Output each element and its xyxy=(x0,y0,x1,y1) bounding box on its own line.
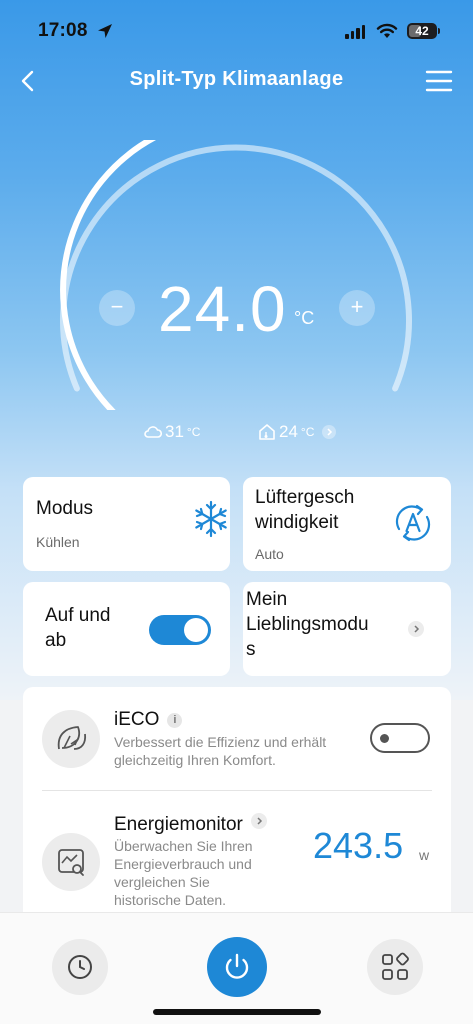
divider xyxy=(42,790,432,791)
ieco-description: Verbessert die Effizienz und erhält glei… xyxy=(114,733,326,769)
energy-monitor-icon xyxy=(42,833,100,891)
snowflake-icon xyxy=(195,500,227,538)
battery-level: 42 xyxy=(415,24,429,38)
info-icon[interactable]: i xyxy=(167,713,183,728)
energy-desc-line1: Überwachen Sie Ihren xyxy=(114,838,253,854)
leaf-eco-icon xyxy=(42,710,100,768)
toggle-knob xyxy=(184,618,208,642)
apps-button[interactable] xyxy=(367,939,423,995)
battery-icon: 42 xyxy=(407,23,437,39)
favorite-title-line3: s xyxy=(246,639,256,660)
chevron-right-icon xyxy=(251,813,268,829)
energy-unit: w xyxy=(419,847,430,863)
auto-fan-icon xyxy=(395,504,431,542)
chevron-right-icon xyxy=(408,621,424,637)
page-title: Split-Typ Klimaanlage xyxy=(129,68,344,90)
apps-grid-icon xyxy=(382,952,409,980)
energy-desc-line4: historische Daten. xyxy=(114,892,227,908)
swing-title-line1: Auf und xyxy=(45,605,111,626)
home-indicator xyxy=(153,1009,321,1015)
cellular-signal-icon xyxy=(345,25,365,39)
favorite-mode-card[interactable]: Mein Lieblingsmodu s xyxy=(243,582,451,676)
energy-title-row[interactable]: Energiemonitor xyxy=(114,813,268,836)
ieco-toggle[interactable] xyxy=(370,723,430,753)
fan-speed-title-line1: Lüftergesch xyxy=(255,487,355,508)
clock-icon xyxy=(68,955,92,979)
outdoor-temperature-unit: °C xyxy=(186,425,201,439)
wifi-icon xyxy=(376,23,398,38)
fan-speed-value: Auto xyxy=(255,546,284,562)
location-arrow-icon xyxy=(98,24,112,38)
favorite-title-line2: Lieblingsmodu xyxy=(246,614,369,635)
features-card: iECO i Verbessert die Effizienz und erhäl… xyxy=(23,687,451,927)
ieco-title-row: iECO i xyxy=(114,709,183,731)
dial-track xyxy=(60,144,412,392)
swing-title: Auf und ab xyxy=(45,603,111,653)
power-button[interactable] xyxy=(207,937,267,997)
cloud-icon xyxy=(144,426,163,438)
energy-description: Überwachen Sie Ihren Energieverbrauch un… xyxy=(114,837,253,909)
decrease-temperature-button[interactable]: − xyxy=(99,290,135,326)
bottom-bar xyxy=(0,912,473,1024)
indoor-temperature-value: 24 xyxy=(279,422,298,441)
status-time: 17:08 xyxy=(38,20,88,41)
ieco-title: iECO xyxy=(114,709,160,730)
outdoor-temperature-value: 31 xyxy=(165,422,184,441)
ieco-desc-line1: Verbessert die Effizienz und erhält xyxy=(114,734,327,750)
energy-value: 243.5 xyxy=(313,825,404,866)
swing-card: Auf und ab xyxy=(23,582,230,676)
ieco-desc-line2: gleichzeitig Ihren Komfort. xyxy=(114,752,276,768)
status-bar: 17:08 42 xyxy=(0,0,473,60)
target-temperature: 24.0 xyxy=(158,273,287,345)
fan-speed-title: Lüftergesch windigkeit xyxy=(255,485,354,535)
fan-speed-card[interactable]: Lüftergesch windigkeit Auto xyxy=(243,477,451,571)
mode-title: Modus xyxy=(36,498,94,519)
timer-button[interactable] xyxy=(52,939,108,995)
swing-toggle[interactable] xyxy=(149,615,211,645)
hamburger-menu-icon[interactable] xyxy=(424,68,454,94)
fan-speed-title-line2: windigkeit xyxy=(255,512,339,533)
outdoor-temperature: 31 °C xyxy=(143,422,200,442)
temperature-unit: °C xyxy=(294,308,315,328)
energy-title: Energiemonitor xyxy=(114,814,243,835)
toggle-knob xyxy=(380,734,389,743)
favorite-title-line1: Mein xyxy=(246,589,288,610)
power-icon xyxy=(225,953,249,979)
house-icon xyxy=(259,424,275,440)
indoor-temperature[interactable]: 24 °C xyxy=(257,422,337,442)
energy-desc-line2: Energieverbrauch und xyxy=(114,856,252,872)
chevron-right-icon xyxy=(322,425,337,439)
favorite-mode-title: Mein Lieblingsmodu s xyxy=(246,587,369,662)
increase-temperature-button[interactable]: + xyxy=(339,290,375,326)
energy-desc-line3: vergleichen Sie xyxy=(114,874,210,890)
mode-value: Kühlen xyxy=(36,534,80,550)
indoor-temperature-unit: °C xyxy=(300,425,315,439)
battery-tip xyxy=(438,28,440,34)
swing-title-line2: ab xyxy=(45,630,67,651)
mode-card[interactable]: Modus Kühlen xyxy=(23,477,230,571)
